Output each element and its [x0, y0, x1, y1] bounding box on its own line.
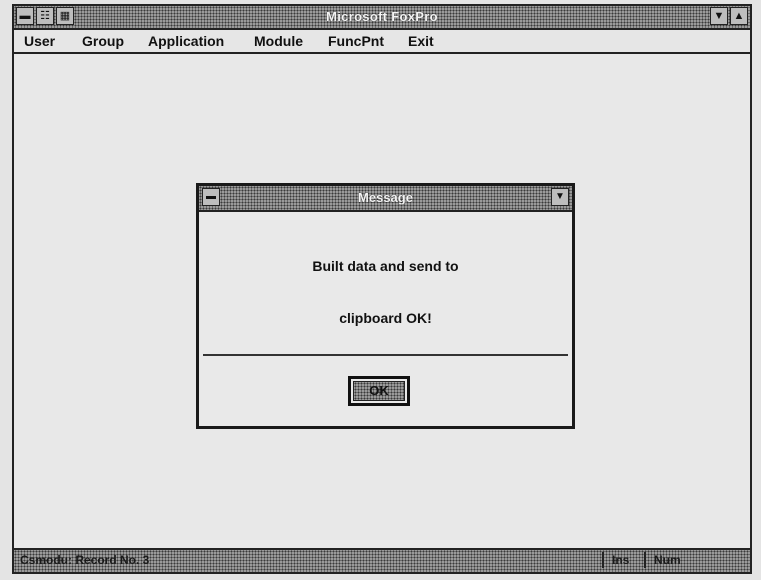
status-num: Num — [644, 552, 734, 568]
menu-user[interactable]: User — [24, 33, 55, 49]
maximize-icon[interactable]: ▲ — [730, 7, 748, 25]
status-bar: Csmodu: Record No. 3 Ins Num — [14, 548, 750, 572]
message-dialog: ▬ Message ▼ Built data and send to clipb… — [196, 183, 575, 429]
ok-button-label: OK — [353, 381, 405, 401]
message-line-2: clipboard OK! — [339, 310, 432, 326]
menu-group[interactable]: Group — [82, 33, 124, 49]
status-text: Csmodu: Record No. 3 — [20, 553, 150, 567]
minimize-icon[interactable]: ▼ — [710, 7, 728, 25]
menu-module[interactable]: Module — [254, 33, 303, 49]
menu-funcpnt[interactable]: FuncPnt — [328, 33, 384, 49]
menu-bar: User Group Application Module FuncPnt Ex… — [14, 30, 750, 54]
menu-exit[interactable]: Exit — [408, 33, 434, 49]
dialog-minimize-icon[interactable]: ▼ — [551, 188, 569, 206]
message-line-1: Built data and send to — [312, 258, 459, 274]
window-title: Microsoft FoxPro — [326, 9, 438, 24]
menu-application[interactable]: Application — [148, 33, 224, 49]
dialog-title: Message — [358, 190, 413, 205]
dialog-divider — [203, 354, 568, 356]
dialog-title-bar[interactable]: ▬ Message ▼ — [199, 186, 572, 212]
ok-button[interactable]: OK — [348, 376, 410, 406]
title-bar[interactable]: ▬ ☷ ▦ Microsoft FoxPro ▼ ▲ — [14, 6, 750, 30]
